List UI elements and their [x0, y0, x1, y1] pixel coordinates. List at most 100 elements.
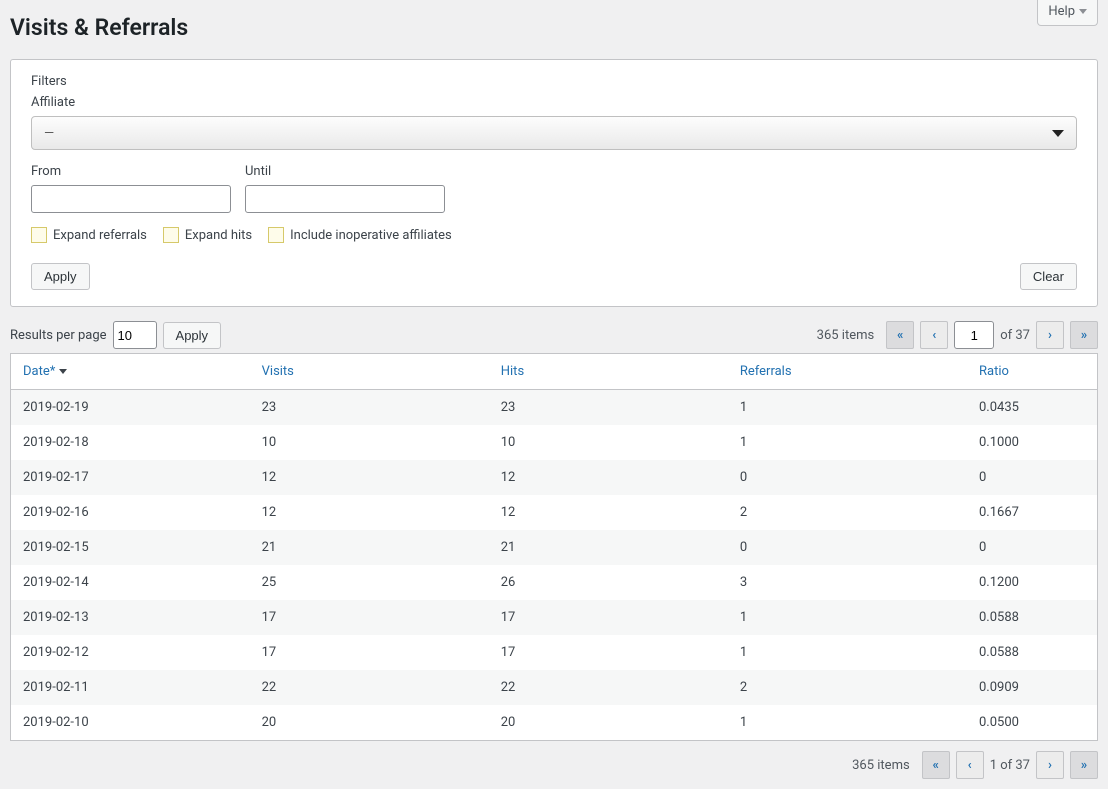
cell-referrals: 0	[728, 530, 967, 565]
cell-ratio: 0.0909	[967, 670, 1098, 705]
affiliate-value: —	[44, 126, 54, 141]
cell-ratio: 0.0588	[967, 600, 1098, 635]
table-row: 2019-02-12171710.0588	[11, 635, 1098, 670]
from-input[interactable]	[31, 185, 231, 213]
chevron-right-icon: ›	[1048, 328, 1052, 343]
cell-date: 2019-02-14	[11, 565, 250, 600]
checkbox-icon	[31, 227, 47, 243]
chevron-down-icon	[1079, 9, 1087, 14]
results-table: Date* Visits Hits Referrals Ratio 2019-0…	[10, 353, 1098, 741]
table-row: 2019-02-16121220.1667	[11, 495, 1098, 530]
cell-ratio: 0.1000	[967, 425, 1098, 460]
page-number-input[interactable]	[954, 321, 994, 349]
cell-referrals: 1	[728, 425, 967, 460]
table-row: 2019-02-14252630.1200	[11, 565, 1098, 600]
page-of-text-bottom: 1 of 37	[990, 758, 1030, 773]
cell-date: 2019-02-12	[11, 635, 250, 670]
results-per-page-input[interactable]	[113, 321, 157, 349]
pager-last-button-bottom[interactable]: »	[1070, 751, 1098, 779]
apply-filters-button[interactable]: Apply	[31, 263, 90, 290]
cell-visits: 23	[250, 390, 489, 426]
include-inoperative-label: Include inoperative affiliates	[290, 228, 452, 243]
cell-visits: 10	[250, 425, 489, 460]
cell-hits: 17	[489, 635, 728, 670]
cell-referrals: 1	[728, 705, 967, 741]
cell-hits: 26	[489, 565, 728, 600]
pager-prev-button-bottom[interactable]: ‹	[956, 751, 984, 779]
pager-prev-button[interactable]: ‹	[920, 321, 948, 349]
cell-date: 2019-02-10	[11, 705, 250, 741]
until-label: Until	[245, 164, 445, 179]
help-label: Help	[1048, 4, 1075, 19]
table-row: 2019-02-19232310.0435	[11, 390, 1098, 426]
table-row: 2019-02-11222220.0909	[11, 670, 1098, 705]
table-row: 2019-02-10202010.0500	[11, 705, 1098, 741]
filters-heading: Filters	[31, 74, 1077, 89]
expand-referrals-checkbox[interactable]: Expand referrals	[31, 227, 147, 243]
cell-ratio: 0.1200	[967, 565, 1098, 600]
cell-hits: 20	[489, 705, 728, 741]
cell-hits: 21	[489, 530, 728, 565]
cell-visits: 17	[250, 600, 489, 635]
affiliate-select[interactable]: —	[31, 116, 1077, 150]
table-row: 2019-02-18101010.1000	[11, 425, 1098, 460]
cell-visits: 22	[250, 670, 489, 705]
pager-next-button[interactable]: ›	[1036, 321, 1064, 349]
chevron-down-icon	[1052, 130, 1064, 137]
table-row: 2019-02-13171710.0588	[11, 600, 1098, 635]
help-button[interactable]: Help	[1037, 0, 1098, 26]
col-header-visits[interactable]: Visits	[250, 354, 489, 390]
double-chevron-left-icon: «	[932, 758, 938, 773]
apply-rpp-button[interactable]: Apply	[163, 322, 222, 349]
pager-last-button[interactable]: »	[1070, 321, 1098, 349]
pager-next-button-bottom[interactable]: ›	[1036, 751, 1064, 779]
cell-hits: 17	[489, 600, 728, 635]
cell-date: 2019-02-15	[11, 530, 250, 565]
cell-visits: 20	[250, 705, 489, 741]
filters-card: Filters Affiliate — From Until Expand re…	[10, 59, 1098, 307]
col-date-label: Date*	[23, 364, 55, 379]
cell-ratio: 0.0588	[967, 635, 1098, 670]
col-header-hits[interactable]: Hits	[489, 354, 728, 390]
page-title: Visits & Referrals	[10, 14, 188, 41]
cell-ratio: 0.0500	[967, 705, 1098, 741]
cell-ratio: 0	[967, 460, 1098, 495]
chevron-left-icon: ‹	[968, 758, 972, 773]
expand-referrals-label: Expand referrals	[53, 228, 147, 243]
table-row: 2019-02-17121200	[11, 460, 1098, 495]
col-header-referrals[interactable]: Referrals	[728, 354, 967, 390]
results-per-page-label: Results per page	[10, 328, 107, 343]
pager-first-button[interactable]: «	[886, 321, 914, 349]
cell-visits: 12	[250, 460, 489, 495]
items-count-bottom: 365 items	[852, 758, 910, 773]
until-input[interactable]	[245, 185, 445, 213]
col-header-date[interactable]: Date*	[11, 354, 250, 390]
sort-desc-icon	[59, 369, 67, 374]
cell-date: 2019-02-11	[11, 670, 250, 705]
cell-hits: 12	[489, 460, 728, 495]
cell-visits: 12	[250, 495, 489, 530]
expand-hits-checkbox[interactable]: Expand hits	[163, 227, 252, 243]
col-header-ratio[interactable]: Ratio	[967, 354, 1098, 390]
cell-ratio: 0	[967, 530, 1098, 565]
checkbox-icon	[268, 227, 284, 243]
pager-first-button-bottom[interactable]: «	[922, 751, 950, 779]
cell-hits: 22	[489, 670, 728, 705]
cell-referrals: 1	[728, 635, 967, 670]
cell-visits: 17	[250, 635, 489, 670]
cell-referrals: 1	[728, 600, 967, 635]
include-inoperative-checkbox[interactable]: Include inoperative affiliates	[268, 227, 452, 243]
clear-filters-button[interactable]: Clear	[1020, 263, 1077, 290]
cell-hits: 23	[489, 390, 728, 426]
from-label: From	[31, 164, 231, 179]
cell-hits: 12	[489, 495, 728, 530]
double-chevron-left-icon: «	[897, 328, 903, 343]
cell-hits: 10	[489, 425, 728, 460]
cell-date: 2019-02-17	[11, 460, 250, 495]
cell-referrals: 2	[728, 495, 967, 530]
chevron-left-icon: ‹	[932, 328, 936, 343]
items-count: 365 items	[817, 328, 875, 343]
affiliate-label: Affiliate	[31, 95, 1077, 110]
double-chevron-right-icon: »	[1081, 758, 1087, 773]
cell-visits: 25	[250, 565, 489, 600]
